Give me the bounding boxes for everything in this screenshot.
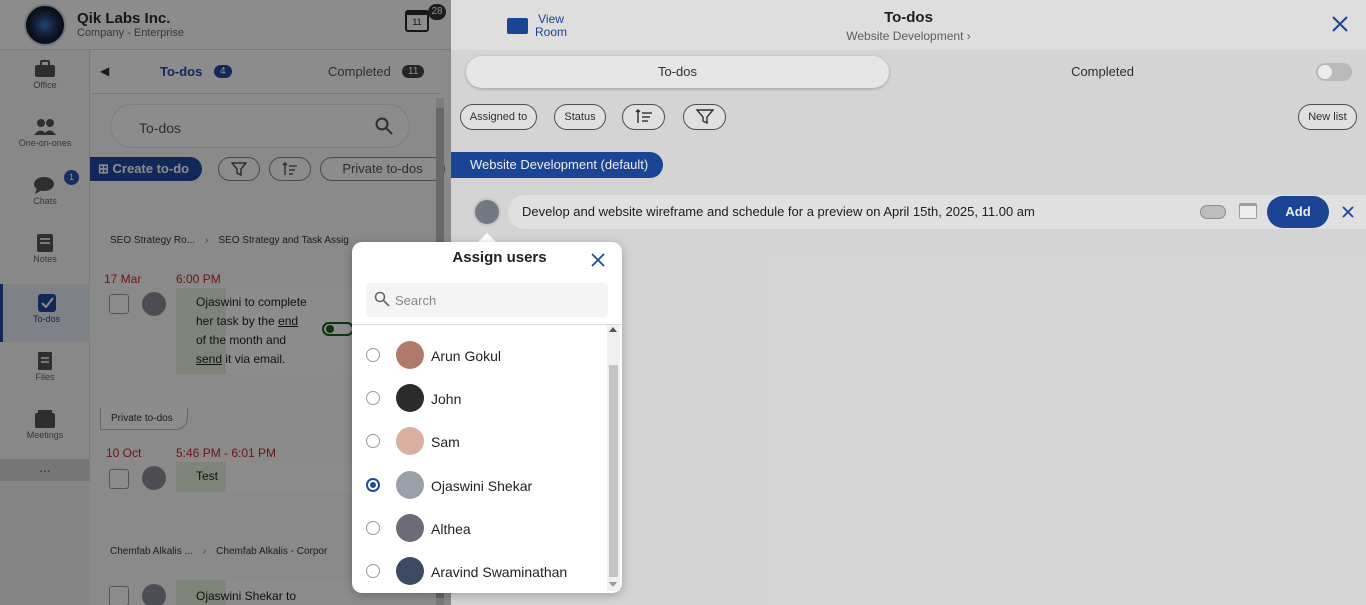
scroll-up-arrow-icon[interactable]	[609, 327, 617, 332]
user-radio[interactable]	[366, 348, 380, 362]
avatar	[396, 341, 424, 369]
popover-tail	[478, 233, 496, 242]
user-radio[interactable]	[366, 391, 380, 405]
avatar	[396, 471, 424, 499]
user-option[interactable]: Arun Gokul	[352, 339, 607, 382]
search-placeholder: Search	[395, 293, 437, 308]
user-name: Ojaswini Shekar	[431, 478, 533, 494]
user-name: John	[431, 391, 462, 407]
user-option[interactable]: Sam	[352, 425, 607, 468]
user-list: Arun Gokul John Sam Ojaswini Shekar Alth…	[352, 325, 607, 593]
user-radio[interactable]	[366, 564, 380, 578]
user-option[interactable]: Aravind Swaminathan	[352, 555, 607, 598]
user-name: Arun Gokul	[431, 348, 502, 364]
assign-users-popover: Assign users Search Arun Gokul John Sam …	[352, 242, 622, 593]
user-radio[interactable]	[366, 478, 380, 492]
avatar	[396, 514, 424, 542]
user-name: Sam	[431, 434, 460, 450]
user-option[interactable]: Althea	[352, 512, 607, 555]
user-option[interactable]: John	[352, 382, 607, 425]
avatar	[396, 427, 424, 455]
search-icon	[374, 291, 390, 307]
scroll-down-arrow-icon[interactable]	[609, 582, 617, 587]
user-radio[interactable]	[366, 434, 380, 448]
avatar	[396, 384, 424, 412]
user-name: Aravind Swaminathan	[431, 564, 568, 580]
user-search-input[interactable]: Search	[366, 283, 608, 317]
close-icon[interactable]	[590, 252, 606, 268]
scrollbar-thumb[interactable]	[609, 365, 618, 577]
user-list-scrollbar[interactable]	[607, 325, 620, 591]
user-radio[interactable]	[366, 521, 380, 535]
user-option[interactable]: Ojaswini Shekar	[352, 469, 607, 512]
user-name: Althea	[431, 521, 471, 537]
avatar	[396, 557, 424, 585]
